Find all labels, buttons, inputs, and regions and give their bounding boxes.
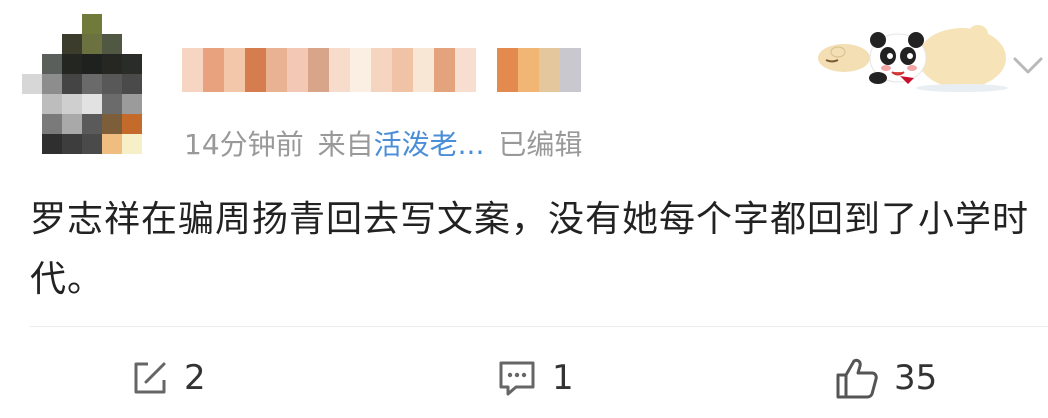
thumb-up-icon (834, 355, 880, 401)
avatar[interactable] (22, 14, 144, 156)
timestamp: 14分钟前 (184, 128, 304, 161)
comment-count: 1 (552, 358, 574, 398)
panda-sticker-icon[interactable] (812, 14, 1012, 94)
like-count: 35 (894, 358, 938, 398)
comment-button[interactable]: 1 (496, 350, 574, 406)
repost-button[interactable]: 2 (130, 350, 206, 406)
repost-count: 2 (184, 358, 206, 398)
comment-icon (496, 357, 538, 399)
from-prefix: 来自 (317, 128, 374, 161)
divider (30, 326, 1048, 327)
username[interactable] (182, 48, 581, 92)
comment-text: 罗志祥在骗周扬青回去写文案，没有她每个字都回到了小学时代。 (30, 199, 1030, 300)
edited-label: 已编辑 (498, 128, 583, 161)
comment-meta: 14分钟前 来自活泼老... 已编辑 (184, 123, 596, 163)
like-button[interactable]: 35 (834, 350, 937, 406)
source-link[interactable]: 活泼老... (374, 128, 485, 161)
action-bar: 2 1 35 (0, 350, 1048, 406)
chevron-down-icon[interactable] (1012, 56, 1044, 76)
repost-icon (130, 358, 170, 398)
